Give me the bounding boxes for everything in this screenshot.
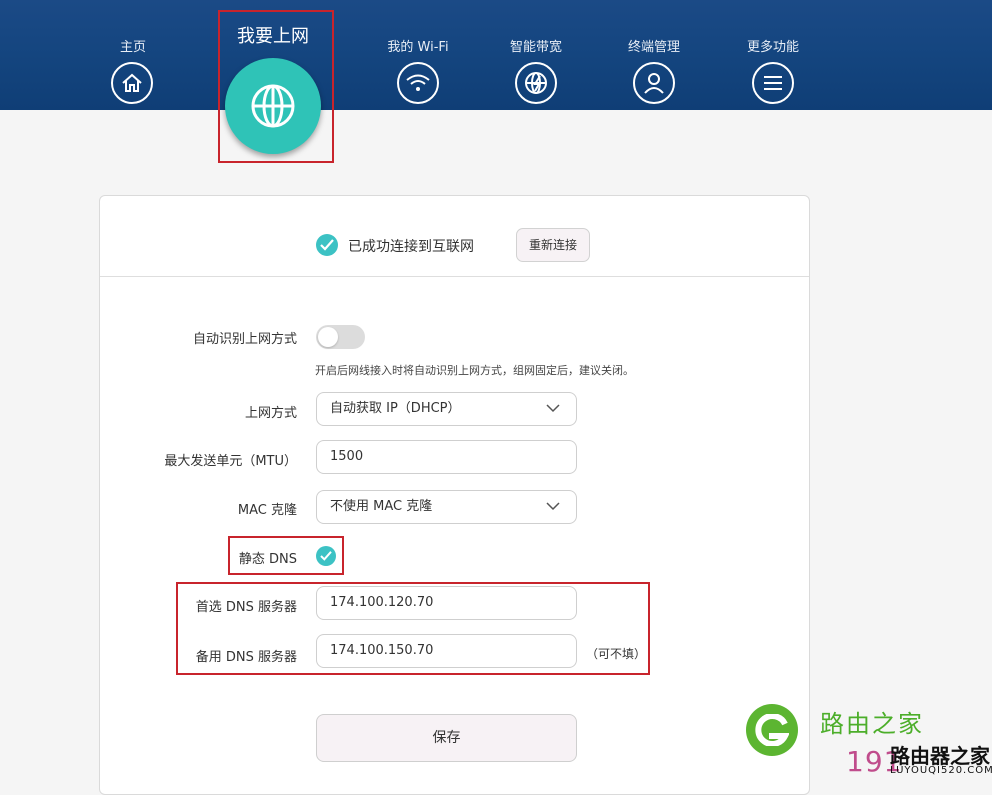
menu-icon [752, 62, 794, 104]
dns1-label: 首选 DNS 服务器 [195, 600, 297, 615]
watermark-domain: LUYOUQI520.COM [890, 765, 992, 776]
nav-label: 我的 Wi-Fi [387, 40, 449, 55]
connection-mode-select[interactable]: 自动获取 IP（DHCP） [316, 392, 577, 426]
static-dns-label: 静态 DNS [238, 552, 297, 567]
auto-detect-label: 自动识别上网方式 [192, 332, 297, 347]
mtu-input[interactable]: 1500 [316, 440, 577, 474]
mac-clone-value: 不使用 MAC 克隆 [330, 499, 433, 514]
user-icon [633, 62, 675, 104]
auto-detect-toggle[interactable] [316, 325, 365, 349]
dns1-input[interactable]: 174.100.120.70 [316, 586, 577, 620]
mac-clone-select[interactable]: 不使用 MAC 克隆 [316, 490, 577, 524]
connection-status-row: 已成功连接到互联网 重新连接 [100, 196, 809, 277]
home-icon [111, 62, 153, 104]
connection-mode-label: 上网方式 [244, 406, 297, 421]
nav-label: 智能带宽 [509, 40, 562, 55]
bandwidth-icon [515, 62, 557, 104]
watermark-name: 路由之家 [820, 710, 924, 738]
reconnect-button[interactable]: 重新连接 [516, 228, 590, 262]
dns2-input[interactable]: 174.100.150.70 [316, 634, 577, 668]
static-dns-checkbox[interactable] [316, 546, 336, 566]
save-button[interactable]: 保存 [316, 714, 577, 762]
watermark-logo-icon [746, 704, 798, 756]
nav-label: 主页 [119, 40, 146, 55]
nav-label: 终端管理 [627, 40, 680, 55]
nav-label: 更多功能 [746, 40, 799, 55]
auto-detect-hint: 开启后网线接入时将自动识别上网方式，组网固定后，建议关闭。 [315, 364, 634, 377]
nav-label-active: 我要上网 [237, 26, 309, 47]
connection-mode-value: 自动获取 IP（DHCP） [330, 401, 461, 416]
chevron-down-icon [546, 404, 560, 413]
mac-clone-label: MAC 克隆 [237, 503, 297, 518]
wifi-icon [397, 62, 439, 104]
optional-note: （可不填） [586, 647, 647, 661]
toggle-knob [318, 327, 338, 347]
check-icon [316, 234, 338, 256]
mtu-label: 最大发送单元（MTU） [164, 454, 297, 469]
globe-icon [225, 58, 321, 154]
chevron-down-icon [546, 502, 560, 511]
connection-status-text: 已成功连接到互联网 [348, 239, 474, 255]
dns2-label: 备用 DNS 服务器 [195, 650, 297, 665]
check-icon [320, 551, 332, 561]
